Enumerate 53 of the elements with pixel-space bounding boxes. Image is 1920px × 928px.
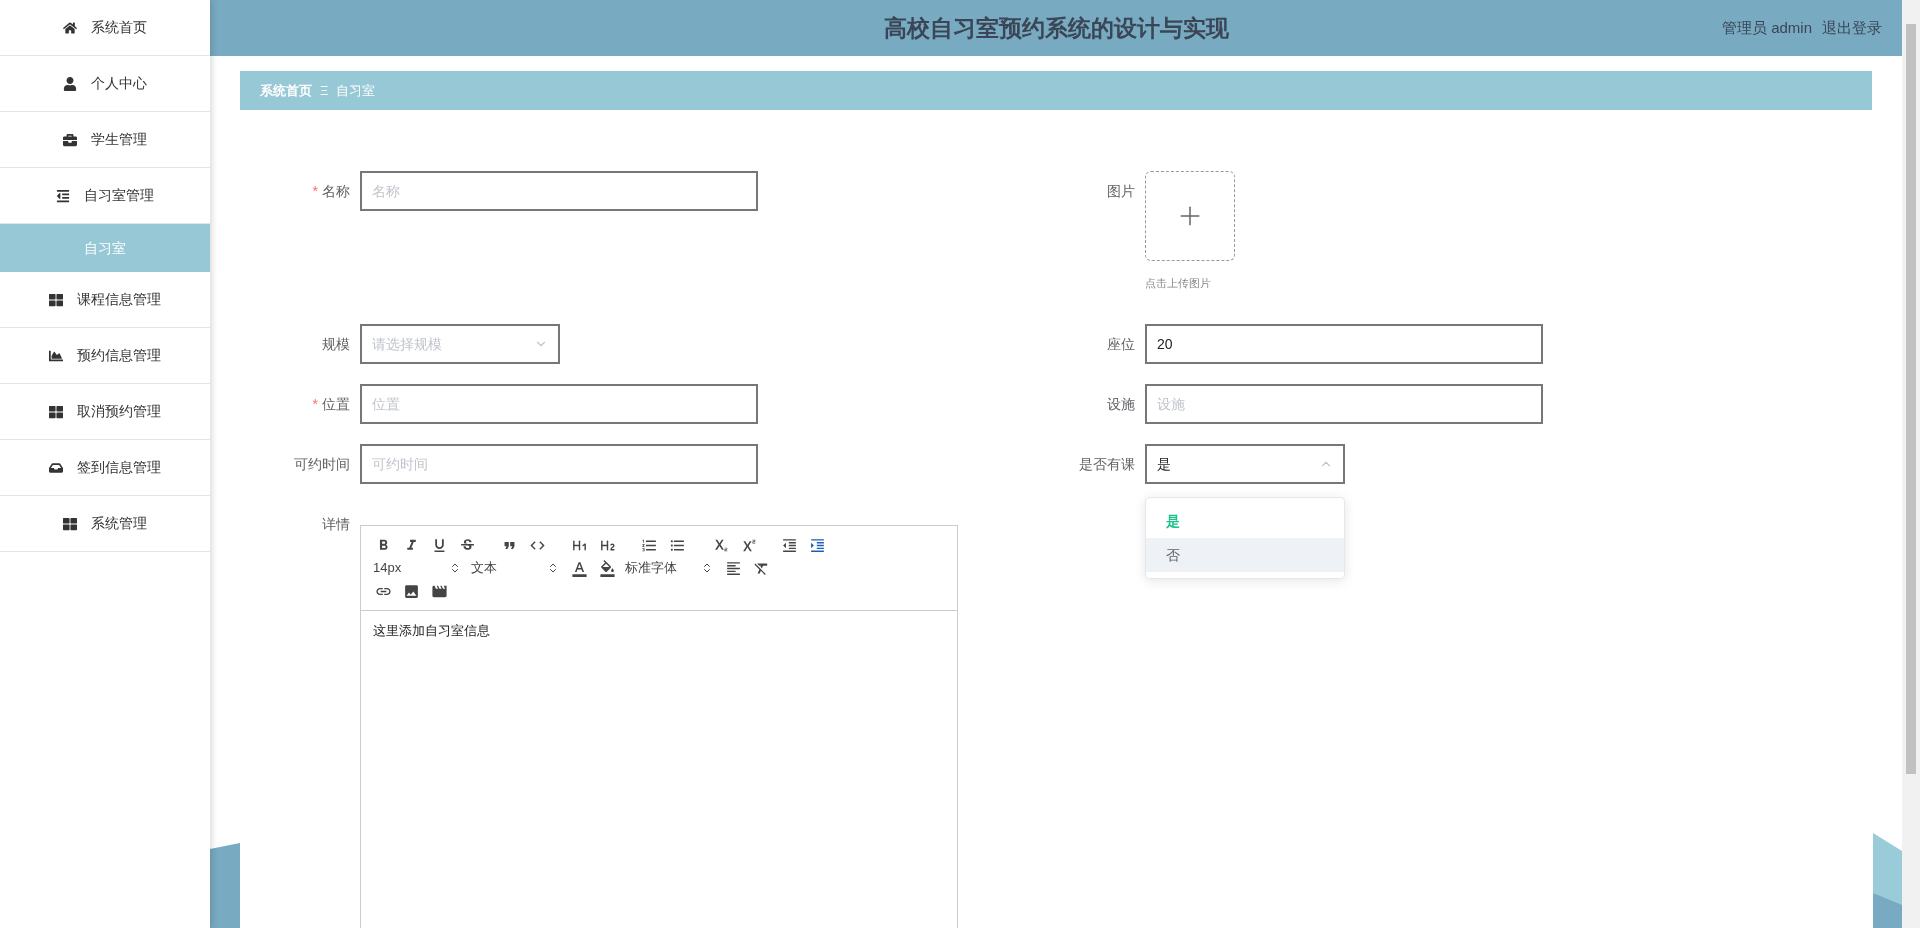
sidebar-item[interactable]: 个人中心	[0, 56, 210, 112]
text-field[interactable]: 可约时间	[360, 444, 758, 484]
format-select[interactable]: 标准字体	[621, 557, 719, 579]
field-label: 图片	[1107, 182, 1135, 200]
indent-icon	[808, 536, 826, 554]
briefcase-icon	[63, 132, 77, 147]
tray-icon	[49, 460, 63, 475]
editor-text: 这里添加自习室信息	[373, 623, 490, 638]
field-label: 规模	[322, 335, 350, 353]
logout-link[interactable]: 退出登录	[1822, 16, 1882, 40]
align-left-icon	[724, 559, 742, 577]
breadcrumb-separator: Ξ	[320, 81, 329, 100]
sidebar-item[interactable]: 签到信息管理	[0, 440, 210, 496]
text-field[interactable]: 设施	[1145, 384, 1543, 424]
fill-color-icon	[598, 559, 616, 577]
outdent-icon	[780, 536, 798, 554]
dropdown-option[interactable]: 否	[1146, 538, 1344, 572]
sidebar-item[interactable]: 学生管理	[0, 112, 210, 168]
scrollbar-thumb[interactable]	[1906, 24, 1916, 774]
user-icon	[63, 76, 77, 91]
field-label: * 位置	[312, 395, 350, 413]
format-select[interactable]: 文本	[467, 557, 565, 579]
updown-icon	[449, 562, 461, 574]
sidebar-item[interactable]: 课程信息管理	[0, 272, 210, 328]
page-title: 高校自习室预约系统的设计与实现	[883, 13, 1229, 43]
text-field[interactable]: 20	[1145, 324, 1543, 364]
user-name: 管理员 admin	[1721, 17, 1812, 38]
updown-icon	[701, 562, 713, 574]
select-field[interactable]: 是	[1145, 444, 1345, 484]
upload-hint: 点击上传图片	[1145, 276, 1212, 291]
text-field[interactable]: 位置	[360, 384, 758, 424]
field-label: * 名称	[312, 182, 350, 200]
format-select[interactable]: 14px	[369, 557, 467, 579]
chart-icon	[49, 348, 63, 363]
text-field[interactable]: 名称	[360, 171, 758, 211]
sidebar-item[interactable]: 系统管理	[0, 496, 210, 552]
grid-icon	[49, 404, 63, 419]
grid-icon	[49, 292, 63, 307]
field-label: 设施	[1107, 395, 1135, 413]
rich-text-editor[interactable]: 14px 文本 标准字体 这里添加自习室信息	[360, 525, 958, 928]
field-label: 是否有课	[1079, 455, 1135, 473]
sidebar-item[interactable]: 预约信息管理	[0, 328, 210, 384]
outdent-icon	[56, 188, 70, 203]
field-label: 可约时间	[294, 455, 350, 473]
field-label: 详情	[322, 515, 350, 533]
text-color-icon	[570, 559, 588, 577]
field-label: 座位	[1107, 335, 1135, 353]
image-icon	[402, 582, 420, 600]
sidebar-item[interactable]: 取消预约管理	[0, 384, 210, 440]
updown-icon	[547, 562, 559, 574]
upload-button[interactable]	[1145, 171, 1235, 261]
home-icon	[63, 20, 77, 35]
grid-icon	[63, 516, 77, 531]
